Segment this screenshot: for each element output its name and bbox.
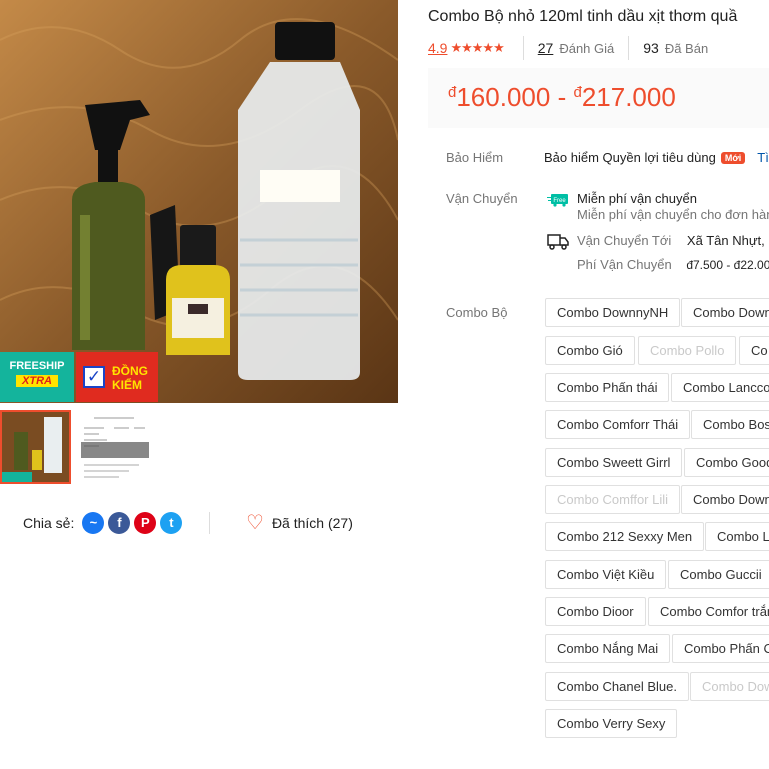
variation-option[interactable]: Combo Phấn thái (545, 373, 670, 402)
rating-stars: ★★★★★ (450, 40, 504, 55)
insurance-label: Bảo Hiểm (446, 150, 504, 165)
variation-option[interactable]: Combo Down (681, 298, 769, 327)
variation-option[interactable]: Combo Chanel Blue. (545, 672, 689, 701)
variation-option[interactable]: Combo Comforr Thái (545, 410, 691, 439)
shipping-label: Vận Chuyển (446, 191, 518, 206)
thumbnail-photo (2, 412, 69, 482)
ship-to-row: Vận Chuyển Tới Xã Tân Nhựt, H (577, 233, 769, 248)
variation-option[interactable]: Combo La (705, 522, 769, 551)
variation-label: Combo Bộ (446, 305, 508, 320)
rating-summary: 4.9 ★★★★★ 27 Đánh Giá 93 Đã Bán (428, 36, 709, 60)
price-separator: - (557, 82, 567, 112)
shipping-fee-value[interactable]: đ7.500 - đ22.00 (686, 258, 769, 272)
shipping-fee-row: Phí Vận Chuyển đ7.500 - đ22.00 (577, 257, 769, 272)
pinterest-icon[interactable]: P (134, 512, 157, 534)
share-label: Chia sẻ: (23, 515, 75, 531)
freeship-label: FREESHIP (9, 360, 65, 372)
variation-option[interactable]: Combo Nắng Mai (545, 634, 671, 663)
sold-count: 93 (643, 40, 659, 56)
variation-option[interactable]: Combo Good (684, 448, 769, 477)
variation-option[interactable]: Combo Dioor (545, 597, 646, 626)
ship-to-address[interactable]: Xã Tân Nhựt, H (687, 233, 769, 248)
insurance-row: Bảo hiểm Quyền lợi tiêu dùng Mới Tì (544, 150, 769, 165)
variation-option[interactable]: Combo Down (681, 485, 769, 514)
free-shipping-icon: Free (547, 193, 569, 207)
heart-icon: ♡ (246, 512, 264, 534)
twitter-icon[interactable]: t (160, 512, 183, 534)
variation-option[interactable]: Combo Phấn C (672, 634, 769, 663)
insurance-text: Bảo hiểm Quyền lợi tiêu dùng (544, 150, 716, 165)
thumbnail-1[interactable] (0, 410, 71, 484)
like-count-label: Đã thích (27) (271, 515, 353, 531)
product-photo (0, 0, 398, 403)
variation-option[interactable]: Combo Guccii (668, 560, 769, 589)
messenger-icon[interactable]: ~ (82, 512, 105, 534)
dong-kiem-badge: ✓ ĐỒNG KIỂM (76, 352, 158, 402)
variation-option[interactable]: Combo 212 Sexxy Men (545, 522, 705, 551)
thumbnail-2[interactable] (79, 410, 150, 484)
price-range: đ160.000 - đ217.000 (448, 82, 676, 113)
price-low: 160.000 (456, 82, 551, 112)
reviews-count[interactable]: 27 (538, 40, 554, 56)
like-button[interactable]: ♡ Đã thích (27) (246, 510, 353, 536)
free-shipping-subtitle: Miễn phí vận chuyển cho đơn hàng (577, 207, 769, 222)
shipping-fee-label: Phí Vận Chuyển (577, 257, 672, 272)
check-icon: ✓ (83, 366, 105, 388)
document-thumbnail (79, 410, 150, 484)
new-badge: Mới (720, 151, 746, 164)
free-shipping-title: Miễn phí vận chuyển (577, 191, 697, 206)
ship-to-label: Vận Chuyển Tới (577, 233, 672, 248)
sold-divider (628, 36, 630, 60)
product-main-image[interactable]: FREESHIP XTRA ✓ ĐỒNG KIỂM (0, 0, 398, 403)
kiem-label: KIỂM (112, 378, 142, 392)
variation-option[interactable]: Combo Boss (691, 410, 769, 439)
product-title: Combo Bộ nhỏ 120ml tinh dầu xịt thơm quầ (428, 8, 738, 25)
variation-option-disabled: Combo Dow (690, 672, 769, 701)
facebook-icon[interactable]: f (108, 512, 131, 534)
freeship-xtra-badge: FREESHIP XTRA (0, 352, 74, 402)
reviews-label: Đánh Giá (559, 40, 615, 56)
rating-score[interactable]: 4.9 (428, 40, 447, 56)
free-icon-text: Free (553, 198, 566, 204)
variation-option[interactable]: Combo Comfor trắn (648, 597, 769, 626)
variation-option[interactable]: Combo DownnyNH (545, 298, 681, 327)
price-panel: đ160.000 - đ217.000 (428, 68, 769, 128)
rating-divider (522, 36, 524, 60)
variation-option[interactable]: Co (739, 336, 769, 365)
insurance-learn-more-link[interactable]: Tì (757, 150, 769, 165)
variation-option[interactable]: Combo Verry Sexy (545, 709, 678, 738)
price-high: 217.000 (581, 82, 676, 112)
variation-option[interactable]: Combo Lanccor (671, 373, 769, 402)
dong-label: ĐỒNG (112, 364, 148, 378)
variation-option-disabled: Combo Pollo (638, 336, 737, 365)
sold-label: Đã Bán (664, 40, 709, 56)
share-bar: Chia sẻ: ~ f P t (23, 510, 183, 536)
currency-symbol: đ (573, 84, 582, 101)
xtra-label: XTRA (16, 375, 58, 387)
variation-option[interactable]: Combo Gió (545, 336, 635, 365)
variation-option[interactable]: Combo Sweett Girrl (545, 448, 683, 477)
share-divider (209, 512, 210, 534)
variation-option[interactable]: Combo Việt Kiều (545, 560, 667, 589)
truck-icon (547, 233, 569, 251)
variation-option-disabled: Combo Comffor Lili (545, 485, 681, 514)
